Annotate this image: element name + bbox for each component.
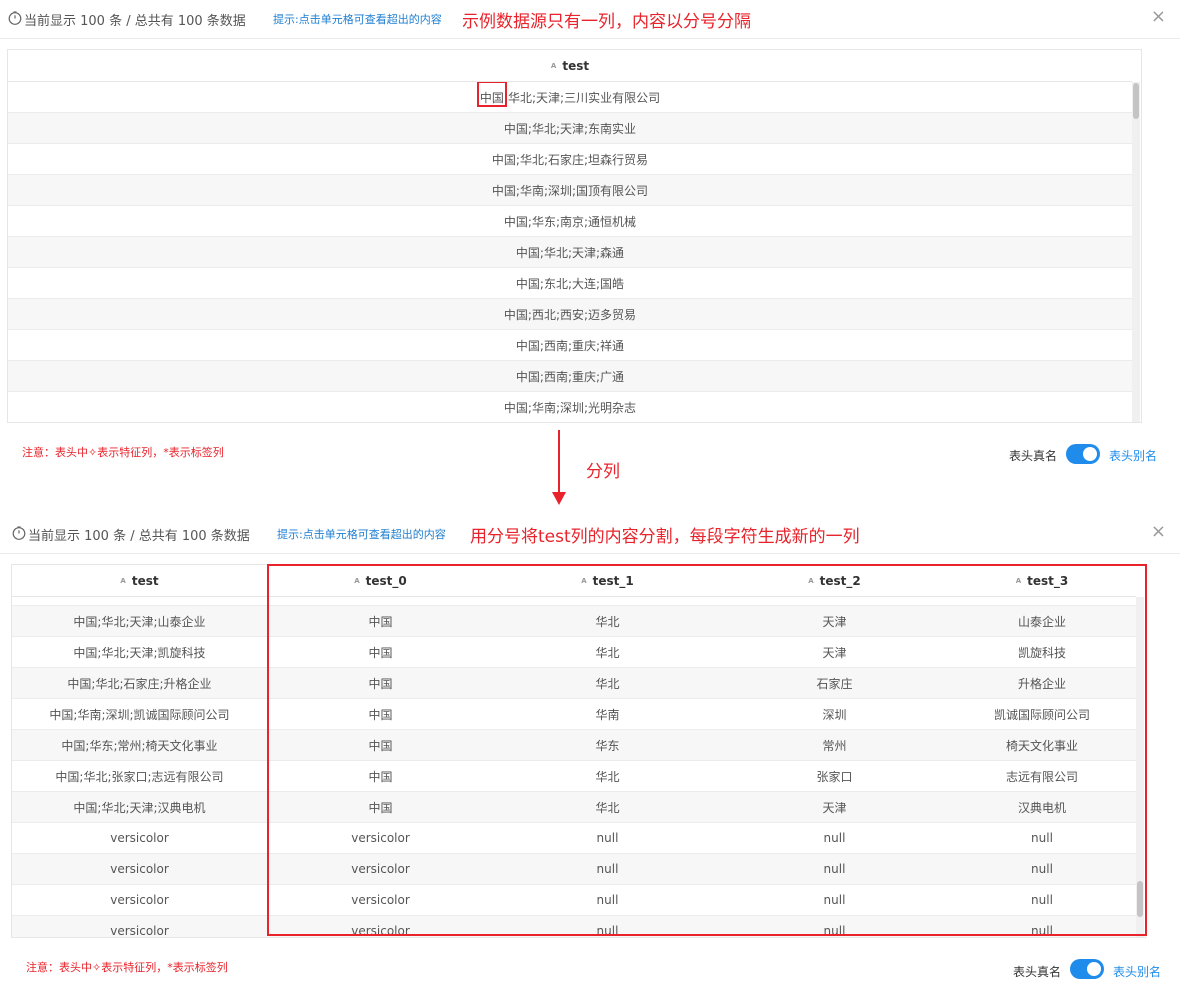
- toggle-knob: [1083, 447, 1097, 461]
- column-header-label: test: [131, 573, 159, 588]
- header-real-name-label: 表头真名: [1009, 449, 1058, 463]
- highlight-box: [476, 81, 507, 107]
- table-cell[interactable]: 中国;西南;重庆;广通: [8, 360, 1132, 392]
- table-cell[interactable]: 中国;华南;深圳;国顶有限公司: [8, 174, 1132, 206]
- column-header-label: test: [562, 58, 590, 73]
- cell-segment-rest: ;华北;天津;三川实业有限公司: [503, 90, 661, 105]
- clock-icon: [12, 526, 26, 540]
- table-cell[interactable]: 中国;西北;西安;迈多贸易: [8, 298, 1132, 330]
- table-cell[interactable]: 中国;华北;天津;汉典电机: [12, 791, 267, 823]
- annotation-text: 用分号将test列的内容分割，每段字符生成新的一列: [470, 527, 860, 547]
- table-cell[interactable]: 中国;华北;天津;凯旋科技: [12, 636, 267, 668]
- table-cell[interactable]: 中国;西南;重庆;祥通: [8, 329, 1132, 361]
- record-count-text: 当前显示 100 条 / 总共有 100 条数据: [24, 14, 246, 29]
- header-alias-label[interactable]: 表头别名: [1109, 447, 1157, 464]
- table-cell[interactable]: 中国;东北;大连;国皓: [8, 267, 1132, 299]
- scrollbar-thumb[interactable]: [1133, 83, 1139, 119]
- table-cell[interactable]: 中国;华东;常州;椅天文化事业: [12, 729, 267, 761]
- table-cell[interactable]: 中国;华北;石家庄;升格企业: [12, 667, 267, 699]
- data-preview-panel-split: 当前显示 100 条 / 总共有 100 条数据 提示:点击单元格可查看超出的内…: [0, 515, 1180, 1004]
- toggle-knob: [1087, 962, 1101, 976]
- vertical-scrollbar[interactable]: [1132, 82, 1140, 422]
- header-name-toggle[interactable]: [1066, 444, 1100, 464]
- text-type-icon: A: [120, 577, 126, 585]
- split-arrow-label: 分列: [586, 462, 620, 482]
- split-columns-highlight: [267, 564, 1147, 936]
- header-name-toggle[interactable]: [1070, 959, 1104, 979]
- annotation-text: 示例数据源只有一列，内容以分号分隔: [462, 12, 751, 32]
- table-cell[interactable]: 中国;华北;天津;东南实业: [8, 112, 1132, 144]
- table-cell[interactable]: versicolor: [12, 915, 267, 937]
- cell-overflow-hint: 提示:点击单元格可查看超出的内容: [273, 13, 442, 26]
- table-cell[interactable]: versicolor: [12, 853, 267, 885]
- table-cell[interactable]: 中国;华北;天津;三川实业有限公司: [8, 81, 1132, 113]
- record-count-text: 当前显示 100 条 / 总共有 100 条数据: [28, 529, 250, 544]
- table-cell[interactable]: 中国;华北;天津;森通: [8, 236, 1132, 268]
- header-legend-note: 注意：表头中✧表示特征列，*表示标签列: [22, 446, 224, 459]
- table-cell[interactable]: 中国;华南;深圳;光明杂志: [8, 391, 1132, 422]
- header-real-name-label: 表头真名: [1013, 965, 1062, 979]
- table-cell[interactable]: versicolor: [12, 884, 267, 916]
- table-cell[interactable]: 中国;华北;天津;山泰企业: [12, 605, 267, 637]
- header-alias-label[interactable]: 表头别名: [1113, 963, 1161, 980]
- panel-header: 当前显示 100 条 / 总共有 100 条数据 提示:点击单元格可查看超出的内…: [0, 0, 1180, 39]
- split-arrow-head: [552, 492, 566, 505]
- table-cell[interactable]: 中国;华北;石家庄;坦森行贸易: [8, 143, 1132, 175]
- clock-icon: [8, 11, 22, 25]
- close-icon[interactable]: ×: [1151, 6, 1166, 27]
- split-arrow-line: [558, 430, 560, 494]
- close-icon[interactable]: ×: [1151, 521, 1166, 542]
- table-cell[interactable]: 中国;华南;深圳;凯诚国际顾问公司: [12, 698, 267, 730]
- data-table: Atest 中国;华北;天津;三川实业有限公司 中国;华北;天津;东南实业 中国…: [7, 49, 1142, 423]
- column-header-test[interactable]: Atest: [8, 50, 1132, 82]
- column-header-test[interactable]: Atest: [12, 565, 267, 597]
- header-legend-note: 注意：表头中✧表示特征列，*表示标签列: [26, 961, 228, 974]
- table-cell[interactable]: versicolor: [12, 822, 267, 854]
- table-cell[interactable]: 中国;华北;张家口;志远有限公司: [12, 760, 267, 792]
- panel-header: 当前显示 100 条 / 总共有 100 条数据 提示:点击单元格可查看超出的内…: [0, 515, 1180, 554]
- data-preview-panel-original: 当前显示 100 条 / 总共有 100 条数据 提示:点击单元格可查看超出的内…: [0, 0, 1180, 470]
- table-cell[interactable]: 中国;华东;南京;通恒机械: [8, 205, 1132, 237]
- cell-overflow-hint: 提示:点击单元格可查看超出的内容: [277, 528, 446, 541]
- text-type-icon: A: [550, 62, 557, 70]
